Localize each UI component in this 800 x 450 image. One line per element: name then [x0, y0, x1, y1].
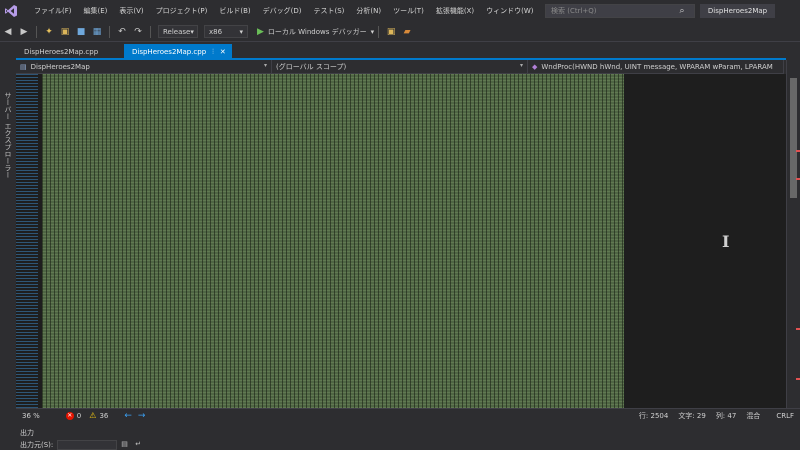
menu-build[interactable]: ビルド(B): [213, 0, 256, 22]
line-number: 行: 2504: [638, 412, 669, 420]
error-count[interactable]: ✕ 0: [65, 411, 82, 420]
error-icon: ✕: [65, 411, 74, 420]
redo-icon[interactable]: ↷: [131, 25, 145, 39]
function-icon: ◆: [532, 62, 538, 71]
output-title: 出力: [20, 429, 34, 437]
tab-mode[interactable]: 混合: [746, 411, 760, 421]
scrollbar-error-mark: [796, 328, 800, 330]
forward-arrow-icon[interactable]: ▶: [17, 25, 31, 39]
chevron-down-icon: ▾: [190, 27, 194, 36]
warning-icon: ⚠: [89, 411, 97, 420]
open-folder-icon[interactable]: ▣: [58, 25, 72, 39]
new-project-icon[interactable]: ✦: [42, 25, 56, 39]
text-cursor-icon: I: [722, 232, 730, 251]
error-count-value: 0: [76, 411, 82, 420]
close-icon[interactable]: ✕: [220, 48, 226, 56]
menu-view[interactable]: 表示(V): [113, 0, 149, 22]
left-tool-strip: サーバー エクスプローラー: [0, 42, 16, 420]
toolbar-separator: [378, 25, 380, 38]
code-text-block[interactable]: [42, 74, 624, 408]
toolbar-separator: [150, 25, 151, 38]
column-number: 列: 47: [715, 412, 737, 420]
save-icon[interactable]: ■: [74, 25, 88, 39]
scrollbar-thumb[interactable]: [790, 78, 797, 198]
menu-debug[interactable]: デバッグ(D): [257, 0, 308, 22]
forward-arrow-icon[interactable]: →: [138, 411, 146, 421]
scrollbar-error-mark: [796, 178, 800, 180]
toolbar-separator: [36, 25, 37, 38]
configuration-value: Release: [163, 27, 191, 36]
toolbar-separator: [109, 25, 110, 38]
word-wrap-icon[interactable]: ↵: [135, 440, 145, 450]
save-all-icon[interactable]: ▦: [90, 25, 104, 39]
solution-title: DispHeroes2Map: [700, 4, 775, 18]
browse-icon[interactable]: ▣: [384, 25, 398, 39]
code-editor[interactable]: I: [16, 74, 786, 408]
chevron-down-icon: ▾: [263, 62, 267, 69]
menu-test[interactable]: テスト(S): [307, 0, 350, 22]
function-value: WndProc(HWND hWnd, UINT message, WPARAM …: [541, 62, 773, 71]
toolbar: ◀ ▶ ✦ ▣ ■ ▦ ↶ ↷ Release ▾ x86 ▾ ▶ ローカル W…: [0, 22, 800, 42]
output-source-label: 出力元(S):: [20, 441, 54, 449]
function-select[interactable]: ◆ WndProc(HWND hWnd, UINT message, WPARA…: [528, 60, 784, 73]
clear-all-icon[interactable]: ▤: [121, 440, 131, 450]
editor-status-bar: 36 % ✕ 0 ⚠ 36 ← → 行: 2504 文字: 29 列: 47 混…: [16, 408, 800, 422]
navigation-bar: ▤ DispHeroes2Map ▾ (グローバル スコープ) ▾ ◆ WndP…: [16, 60, 784, 74]
output-panel: 出力 出力元(S): ▤ ↵: [16, 424, 800, 450]
platform-value: x86: [209, 27, 223, 36]
scrollbar-error-mark: [796, 150, 800, 152]
bookmark-icon[interactable]: ▰: [400, 25, 414, 39]
chevron-down-icon: ▾: [519, 62, 523, 69]
zoom-level[interactable]: 36 %: [22, 412, 40, 420]
menu-analyze[interactable]: 分析(N): [350, 0, 387, 22]
solution-platform-select[interactable]: x86 ▾: [204, 25, 248, 38]
chevron-down-icon: ▾: [239, 27, 243, 36]
undo-icon[interactable]: ↶: [115, 25, 129, 39]
line-ending[interactable]: CRLF: [776, 412, 794, 420]
back-arrow-icon[interactable]: ←: [124, 411, 132, 421]
menu-window[interactable]: ウィンドウ(W): [480, 0, 539, 22]
search-icon[interactable]: ⌕: [675, 4, 689, 18]
server-explorer-tab[interactable]: サーバー エクスプローラー: [3, 92, 13, 178]
vertical-scrollbar[interactable]: [786, 60, 800, 408]
output-source-select[interactable]: [57, 440, 118, 450]
tab-label: DispHeroes2Map.cpp: [132, 48, 207, 56]
output-source-row: 出力元(S): ▤ ↵: [20, 440, 145, 450]
project-select[interactable]: ▤ DispHeroes2Map ▾: [16, 60, 272, 73]
tab-label: DispHeroes2Map.cpp: [24, 48, 99, 56]
back-arrow-icon[interactable]: ◀: [1, 25, 15, 39]
menu-file[interactable]: ファイル(F): [28, 0, 78, 22]
project-icon: ▤: [20, 62, 27, 71]
char-number: 文字: 29: [678, 412, 706, 420]
cursor-position-info: 行: 2504 文字: 29 列: 47 混合 CRLF: [629, 409, 794, 423]
debugger-label: ローカル Windows デバッガー: [267, 27, 367, 36]
editor-gutter: [16, 74, 38, 408]
visual-studio-logo-icon[interactable]: [0, 0, 22, 22]
menu-edit[interactable]: 編集(E): [78, 0, 114, 22]
warning-count-value: 36: [99, 411, 109, 420]
menu-tools[interactable]: ツール(T): [387, 0, 430, 22]
start-debugging-button[interactable]: ▶ ローカル Windows デバッガー ▾: [257, 27, 374, 37]
warning-count[interactable]: ⚠ 36: [89, 411, 108, 420]
scope-select[interactable]: (グローバル スコープ) ▾: [272, 60, 528, 73]
scope-value: (グローバル スコープ): [276, 62, 347, 71]
solution-configuration-select[interactable]: Release ▾: [158, 25, 198, 38]
chevron-down-icon: ▾: [370, 27, 375, 36]
quick-search-input[interactable]: 検索 (Ctrl+Q): [545, 4, 695, 18]
pin-icon[interactable]: ⫶: [212, 48, 214, 57]
play-icon: ▶: [257, 26, 264, 37]
menu-project[interactable]: プロジェクト(P): [150, 0, 214, 22]
scrollbar-error-mark: [796, 378, 800, 380]
menu-extensions[interactable]: 拡張機能(X): [430, 0, 480, 22]
menu-bar: ファイル(F) 編集(E) 表示(V) プロジェクト(P) ビルド(B) デバッ…: [0, 0, 800, 22]
project-value: DispHeroes2Map: [30, 62, 90, 71]
